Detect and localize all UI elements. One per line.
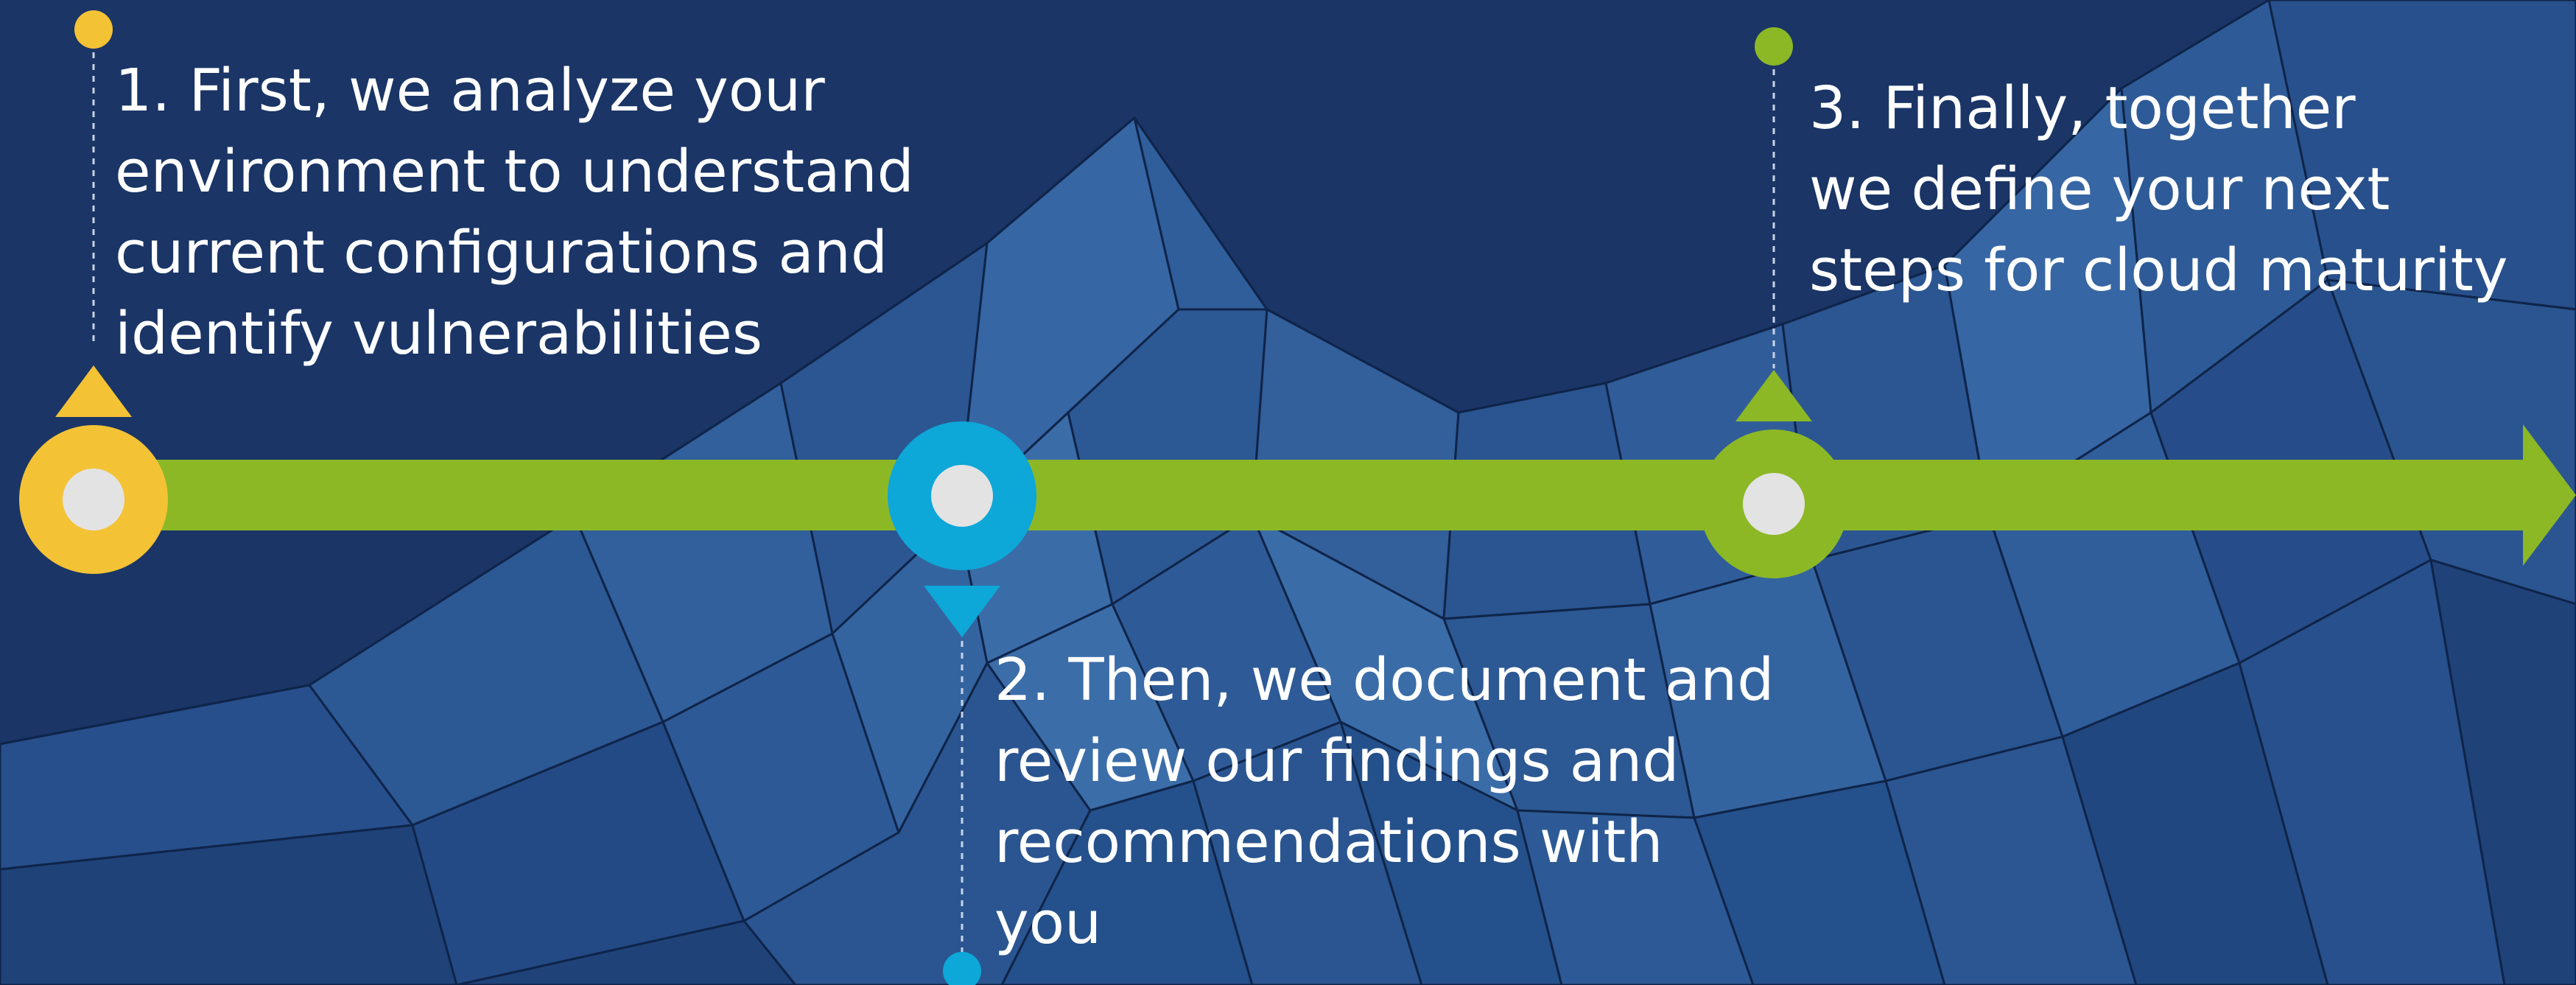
- connector-end-dot: [74, 10, 113, 49]
- timeline-diagram: 1. First, we analyze your environment to…: [0, 0, 2576, 985]
- step-2-description: 2. Then, we document and review our find…: [994, 646, 1775, 957]
- node-center: [63, 469, 124, 530]
- timeline-bar: [88, 460, 2527, 530]
- node-center: [931, 465, 993, 527]
- node-center: [1743, 473, 1805, 535]
- triangle-up-icon: [1736, 370, 1812, 421]
- step-1-description: 1. First, we analyze your environment to…: [115, 57, 914, 368]
- triangle-down-icon: [924, 586, 1000, 637]
- timeline-arrowhead: [2523, 424, 2576, 566]
- connector-end-dot: [1755, 27, 1793, 66]
- step-3-description: 3. Finally, together we define your next…: [1809, 74, 2508, 304]
- connector-end-dot: [943, 952, 981, 985]
